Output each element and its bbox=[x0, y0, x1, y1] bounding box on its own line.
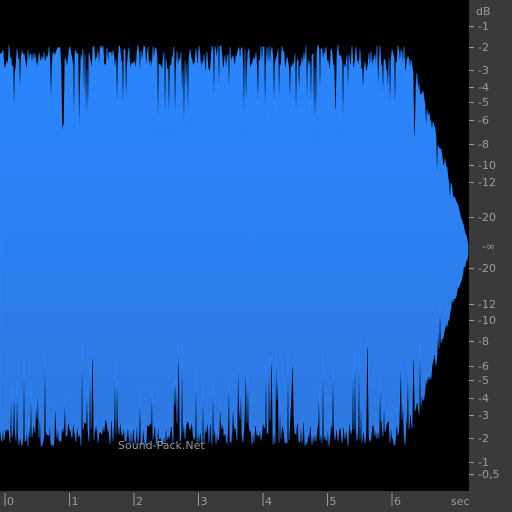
db-top-label: -5 bbox=[478, 96, 489, 109]
waveform-view[interactable]: dB -1-2-3-4-5-6-8-10-12-20 -∞ -20-12-10-… bbox=[0, 0, 512, 512]
time-label: 6 bbox=[394, 495, 401, 508]
db-center-label: -∞ bbox=[482, 240, 495, 253]
db-bottom-label: -20 bbox=[478, 262, 496, 275]
time-label: 5 bbox=[330, 495, 337, 508]
time-label: 0 bbox=[7, 495, 14, 508]
waveform-shape bbox=[0, 44, 469, 447]
db-bottom-label: -3 bbox=[478, 409, 489, 422]
db-top-label: -6 bbox=[478, 114, 489, 127]
db-top-label: -3 bbox=[478, 64, 489, 77]
db-top-label: -8 bbox=[478, 138, 489, 151]
db-top-label: -1 bbox=[478, 20, 489, 33]
db-top-label: -4 bbox=[478, 81, 489, 94]
db-top-label: -2 bbox=[478, 41, 489, 54]
db-scale-panel bbox=[469, 0, 512, 512]
db-bottom-label: -0,5 bbox=[478, 468, 499, 481]
watermark: Sound-Pack.Net bbox=[118, 439, 205, 452]
db-bottom-label: -10 bbox=[478, 314, 496, 327]
db-top-label: -10 bbox=[478, 159, 496, 172]
time-unit-label: sec bbox=[451, 495, 470, 508]
db-top-label: -20 bbox=[478, 211, 496, 224]
db-bottom-label: -4 bbox=[478, 392, 489, 405]
db-bottom-label: -6 bbox=[478, 360, 489, 373]
time-label: 3 bbox=[201, 495, 208, 508]
db-bottom-label: -5 bbox=[478, 374, 489, 387]
time-label: 4 bbox=[265, 495, 272, 508]
time-label: 1 bbox=[72, 495, 79, 508]
db-top-label: -12 bbox=[478, 176, 496, 189]
db-bottom-label: -2 bbox=[478, 432, 489, 445]
time-label: 2 bbox=[136, 495, 143, 508]
db-unit-label: dB bbox=[476, 5, 491, 18]
waveform bbox=[0, 44, 469, 447]
db-bottom-label: -12 bbox=[478, 298, 496, 311]
db-bottom-label: -8 bbox=[478, 335, 489, 348]
